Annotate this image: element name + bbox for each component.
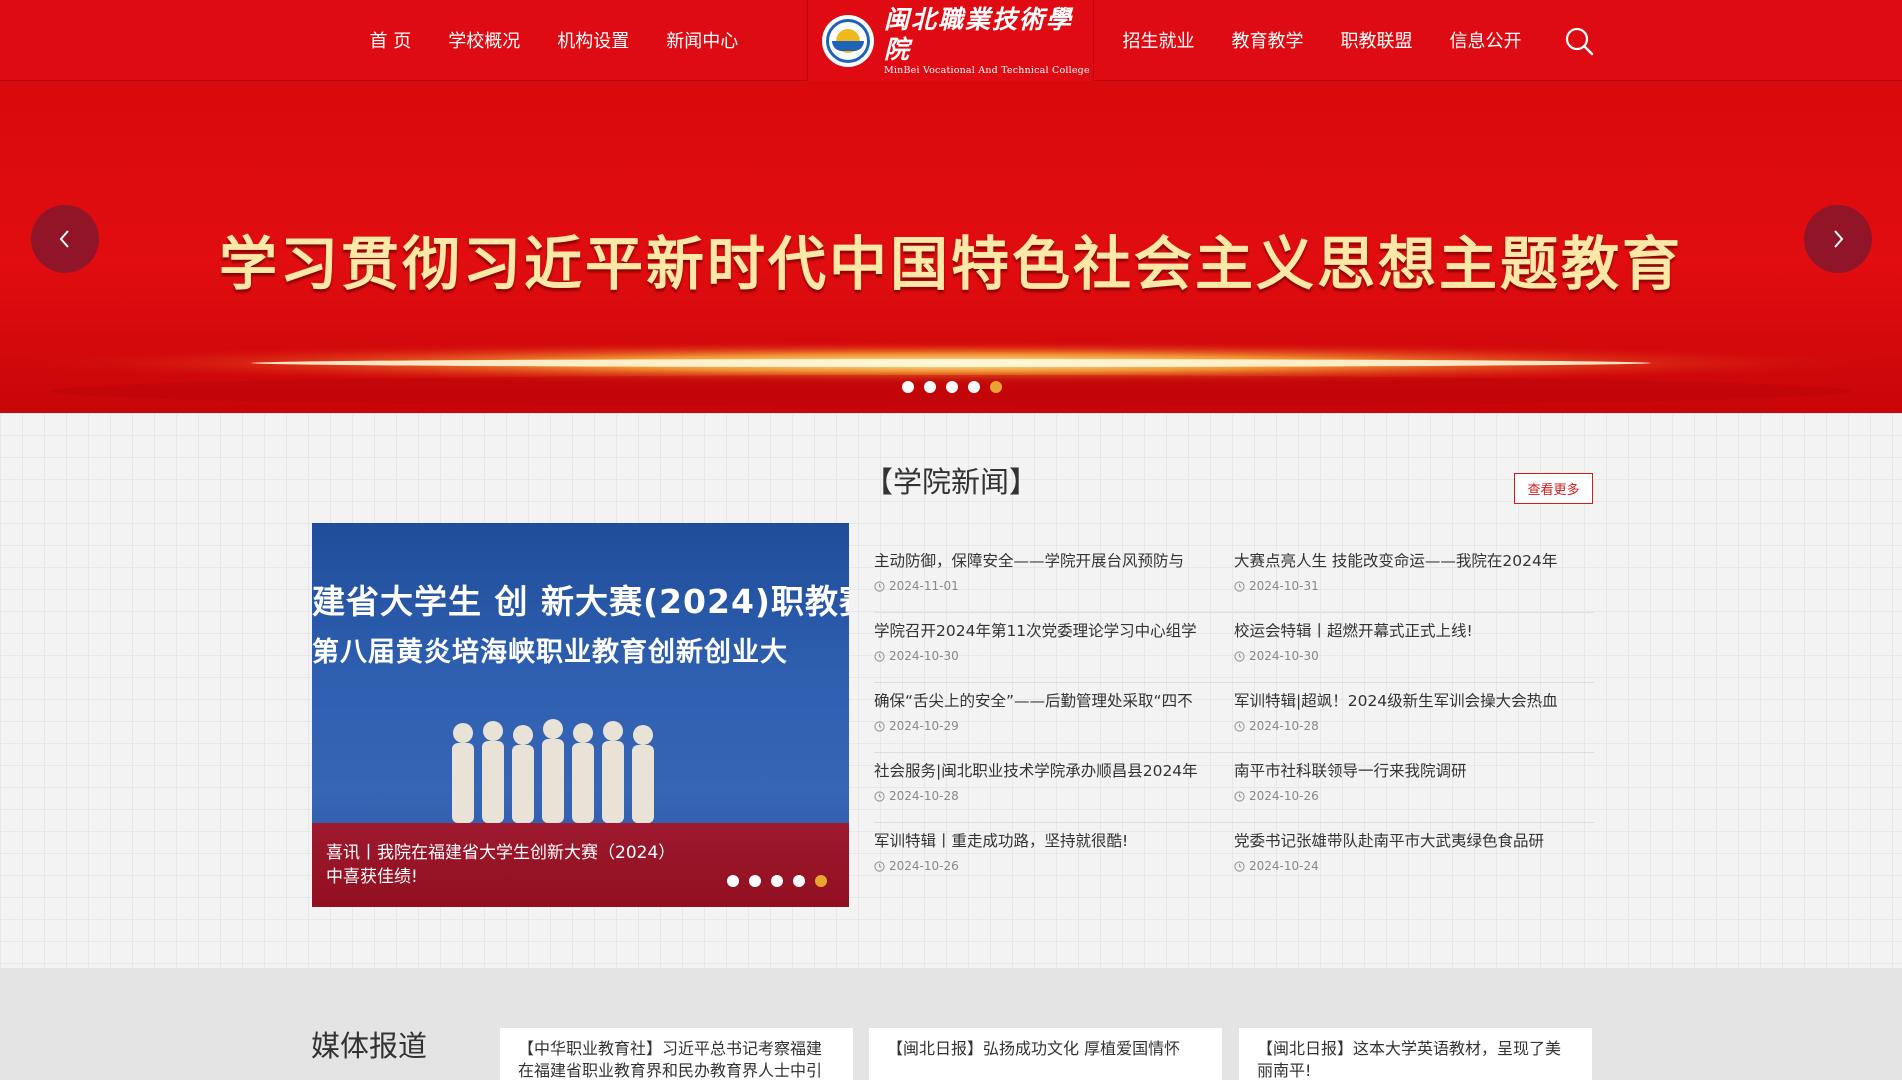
news-item[interactable]: 党委书记张雄带队赴南平市大武夷绿色食品研 2024-10-24 [1234,823,1594,893]
news-item[interactable]: 社会服务|闽北职业技术学院承办顺昌县2024年 2024-10-28 [874,753,1234,823]
award-group-photo [452,719,654,823]
news-date: 2024-10-26 [1249,789,1319,803]
news-date: 2024-10-24 [1249,859,1319,873]
news-title[interactable]: 学院召开2024年第11次党委理论学习中心组学 [874,613,1219,641]
news-item[interactable]: 大赛点亮人生 技能改变命运——我院在2024年 2024-10-31 [1234,543,1594,613]
featured-news-slide[interactable]: 建省大学生 创 新大赛(2024)职教赛 第八届黄炎培海峡职业教育创新创业大 喜… [312,523,849,907]
news-date: 2024-10-30 [1249,649,1319,663]
news-title[interactable]: 大赛点亮人生 技能改变命运——我院在2024年 [1234,543,1579,571]
feature-dot[interactable] [793,875,805,887]
media-reports-section: 媒体报道 【中华职业教育社】习近平总书记考察福建在福建省职业教育界和民办教育界人… [0,968,1902,1080]
news-date: 2024-10-31 [1249,579,1319,593]
media-section-title: 媒体报道 [311,1029,428,1063]
media-card[interactable]: 【中华职业教育社】习近平总书记考察福建在福建省职业教育界和民办教育界人士中引起 [500,1028,853,1080]
clock-icon [1234,790,1245,802]
news-item[interactable]: 南平市社科联领导一行来我院调研 2024-10-26 [1234,753,1594,823]
news-title[interactable]: 主动防御，保障安全——学院开展台风预防与 [874,543,1219,571]
nav-home[interactable]: 首 页 [351,27,430,53]
clock-icon [1234,580,1245,592]
feature-caption: 喜讯丨我院在福建省大学生创新大赛（2024）中喜获佳绩! [326,843,676,887]
banner-dot[interactable] [902,381,914,393]
news-list-right: 大赛点亮人生 技能改变命运——我院在2024年 2024-10-31 校运会特辑… [1234,543,1594,893]
nav-left: 首 页 学校概况 机构设置 新闻中心 [351,0,757,80]
news-item[interactable]: 军训特辑丨重走成功路，坚持就很酷! 2024-10-26 [874,823,1234,893]
news-title[interactable]: 军训特辑|超飒！2024级新生军训会操大会热血 [1234,683,1579,711]
banner-headline: 学习贯彻习近平新时代中国特色社会主义思想主题教育 [218,230,1683,298]
news-title[interactable]: 校运会特辑丨超燃开幕式正式上线! [1234,613,1579,641]
clock-icon [1234,720,1245,732]
banner-dot[interactable] [946,381,958,393]
feature-dot-active[interactable] [815,875,827,887]
nav-vocational-alliance[interactable]: 职教联盟 [1322,27,1431,53]
nav-news-center[interactable]: 新闻中心 [648,27,757,53]
news-title[interactable]: 南平市社科联领导一行来我院调研 [1234,753,1579,781]
news-item[interactable]: 学院召开2024年第11次党委理论学习中心组学 2024-10-30 [874,613,1234,683]
nav-admissions[interactable]: 招生就业 [1104,27,1213,53]
banner-next-button[interactable] [1804,205,1872,273]
clock-icon [874,860,885,872]
college-logo[interactable]: 闽北職業技術學院 MinBei Vocational And Technical… [807,0,1094,82]
logo-english-name: MinBei Vocational And Technical College [884,64,1090,76]
feature-dot[interactable] [771,875,783,887]
media-card[interactable]: 【闽北日报】这本大学英语教材，呈现了美丽南平! [1239,1028,1592,1080]
feature-dot[interactable] [727,875,739,887]
news-section-title: 【学院新闻】 [864,465,1039,499]
news-date: 2024-10-30 [889,649,959,663]
logo-chinese-name: 闽北職業技術學院 [884,4,1074,64]
clock-icon [1234,650,1245,662]
news-date: 2024-10-28 [1249,719,1319,733]
news-date: 2024-11-01 [889,579,959,593]
view-more-button[interactable]: 查看更多 [1514,473,1593,504]
news-item[interactable]: 校运会特辑丨超燃开幕式正式上线! 2024-10-30 [1234,613,1594,683]
clock-icon [874,720,885,732]
nav-school-overview[interactable]: 学校概况 [430,27,539,53]
feature-dot[interactable] [749,875,761,887]
news-title[interactable]: 确保“舌尖上的安全”——后勤管理处采取“四不 [874,683,1219,711]
banner-prev-button[interactable] [31,205,99,273]
hero-banner[interactable]: 学习贯彻习近平新时代中国特色社会主义思想主题教育 [0,81,1902,413]
clock-icon [874,790,885,802]
nav-organization[interactable]: 机构设置 [539,27,648,53]
media-card[interactable]: 【闽北日报】弘扬成功文化 厚植爱国情怀 [869,1028,1222,1080]
feature-image-text-line1: 建省大学生 创 新大赛(2024)职教赛 [312,582,849,621]
nav-teaching[interactable]: 教育教学 [1213,27,1322,53]
banner-dot[interactable] [924,381,936,393]
feature-pagination [727,875,827,887]
site-header: 首 页 学校概况 机构设置 新闻中心 闽北職業技術學院 MinBei Vocat… [0,0,1902,82]
nav-info-disclosure[interactable]: 信息公开 [1431,27,1540,53]
news-item[interactable]: 主动防御，保障安全——学院开展台风预防与 2024-11-01 [874,543,1234,613]
college-news-section: 【学院新闻】 查看更多 建省大学生 创 新大赛(2024)职教赛 第八届黄炎培海… [0,413,1902,968]
nav-right: 招生就业 教育教学 职教联盟 信息公开 [1104,0,1540,80]
college-emblem-icon [822,14,874,67]
feature-image-text-line2: 第八届黄炎培海峡职业教育创新创业大 [312,637,788,668]
news-list-left: 主动防御，保障安全——学院开展台风预防与 2024-11-01 学院召开2024… [874,543,1234,893]
clock-icon [874,650,885,662]
banner-glow-decoration [1,341,1901,407]
chevron-right-icon [1834,230,1844,248]
chevron-left-icon [59,230,69,248]
banner-pagination [902,381,1002,393]
banner-dot-active[interactable] [990,381,1002,393]
clock-icon [874,580,885,592]
search-icon[interactable] [1564,26,1594,56]
news-title[interactable]: 军训特辑丨重走成功路，坚持就很酷! [874,823,1219,851]
news-item[interactable]: 确保“舌尖上的安全”——后勤管理处采取“四不 2024-10-29 [874,683,1234,753]
news-date: 2024-10-29 [889,719,959,733]
news-item[interactable]: 军训特辑|超飒！2024级新生军训会操大会热血 2024-10-28 [1234,683,1594,753]
news-title[interactable]: 党委书记张雄带队赴南平市大武夷绿色食品研 [1234,823,1579,851]
news-date: 2024-10-28 [889,789,959,803]
clock-icon [1234,860,1245,872]
banner-dot[interactable] [968,381,980,393]
news-date: 2024-10-26 [889,859,959,873]
news-title[interactable]: 社会服务|闽北职业技术学院承办顺昌县2024年 [874,753,1219,781]
